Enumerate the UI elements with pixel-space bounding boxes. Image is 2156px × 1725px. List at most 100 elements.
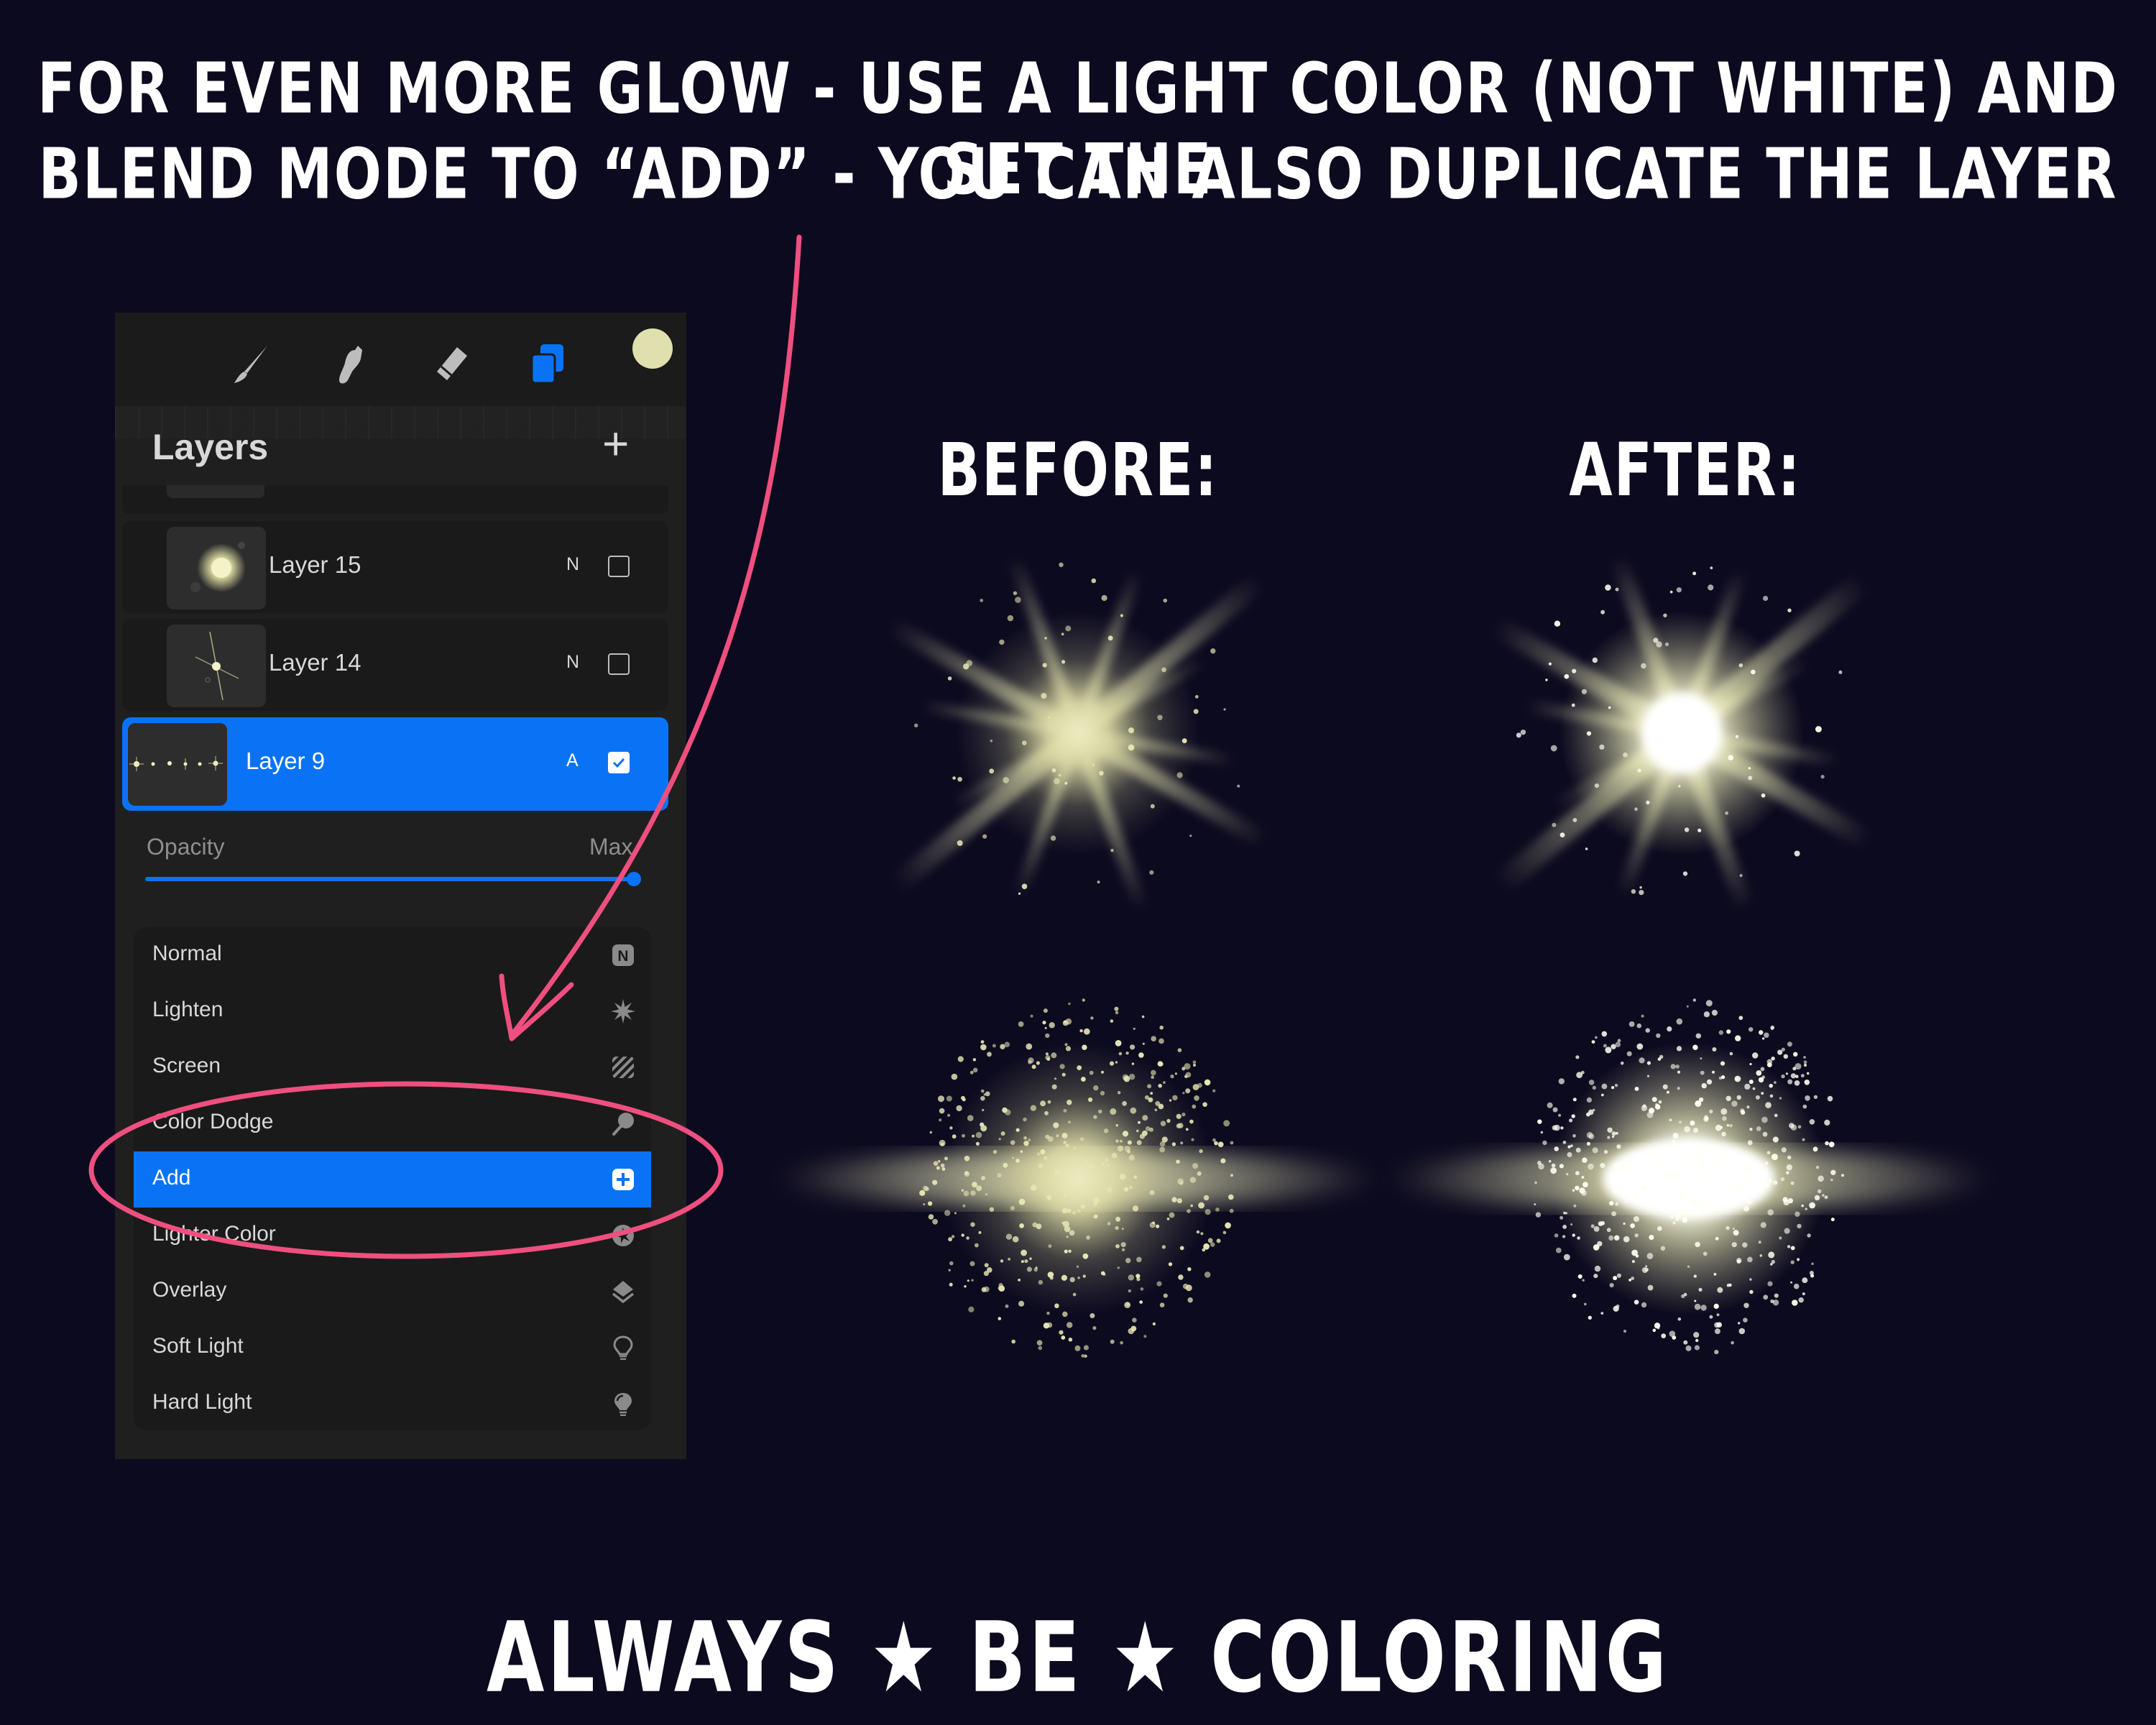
sparkle-dot bbox=[1738, 1177, 1742, 1181]
layer-row-selected[interactable]: Layer 9 A bbox=[122, 717, 668, 811]
sparkle-dot bbox=[1047, 1271, 1054, 1278]
sparkle-dot bbox=[1092, 1326, 1097, 1330]
sparkle-dot bbox=[1149, 1127, 1153, 1132]
sparkle-dot bbox=[1609, 1201, 1614, 1206]
sparkle-dot bbox=[1067, 1100, 1072, 1105]
sparkle-dot bbox=[1797, 1223, 1802, 1229]
sparkle-dot bbox=[1600, 1162, 1606, 1169]
color-swatch[interactable] bbox=[632, 328, 673, 369]
sparkle-dot bbox=[1682, 1166, 1685, 1169]
blend-mode-soft-light[interactable]: Soft Light bbox=[134, 1320, 651, 1376]
sparkle-dot bbox=[1577, 1236, 1580, 1240]
sparkle-dot bbox=[1647, 1152, 1651, 1156]
blend-mode-label: Soft Light bbox=[152, 1334, 244, 1358]
sparkle-dot bbox=[1004, 1109, 1011, 1116]
sparkle-dot bbox=[1040, 1149, 1046, 1155]
brush-icon[interactable] bbox=[230, 343, 273, 386]
sparkle-dot bbox=[1554, 1233, 1559, 1238]
sparkle-dot bbox=[1607, 1127, 1613, 1133]
sparkle-dot bbox=[1091, 578, 1097, 584]
sparkle-dot bbox=[1045, 1033, 1050, 1039]
sparkle-dot bbox=[1151, 1070, 1156, 1076]
opacity-slider-thumb[interactable] bbox=[627, 872, 641, 886]
sparkle-dot bbox=[1046, 1322, 1053, 1328]
sparkle-dot bbox=[1749, 1027, 1754, 1032]
sparkle-dot bbox=[1620, 1061, 1624, 1065]
blend-mode-add[interactable]: Add bbox=[134, 1151, 651, 1208]
sparkle-dot bbox=[1611, 1044, 1616, 1049]
sparkle-dot bbox=[1024, 1259, 1028, 1264]
sparkle-dot bbox=[1042, 663, 1047, 668]
sparkle-dot bbox=[1622, 1163, 1626, 1167]
blend-mode-lighten[interactable]: Lighten bbox=[134, 983, 651, 1039]
layer-blend-mode-badge[interactable]: A bbox=[566, 750, 579, 771]
add-layer-button[interactable]: + bbox=[602, 420, 629, 466]
eraser-icon[interactable] bbox=[428, 343, 471, 386]
layer-blend-mode-badge[interactable]: N bbox=[566, 554, 579, 575]
layer-row-partial[interactable] bbox=[122, 485, 668, 514]
sparkle-dot bbox=[1128, 1274, 1134, 1281]
sparkle-dot bbox=[1690, 1121, 1695, 1126]
sparkle-dot bbox=[1038, 1346, 1043, 1351]
sparkle-dot bbox=[1110, 1108, 1117, 1115]
sparkle-dot bbox=[1199, 1149, 1203, 1154]
sparkle-dot bbox=[1100, 1090, 1105, 1096]
sparkle-dot bbox=[1562, 1225, 1567, 1229]
sparkle-dot bbox=[1804, 1080, 1810, 1085]
sparkle-dot bbox=[1731, 1340, 1734, 1345]
sparkle-dot bbox=[1790, 1181, 1795, 1185]
sparkle-dot bbox=[1196, 1230, 1200, 1234]
sparkle-dot bbox=[1117, 1145, 1124, 1152]
sparkle-dot bbox=[1637, 768, 1641, 773]
sparkle-dot bbox=[1645, 1265, 1648, 1268]
sparkle-dot bbox=[1787, 1198, 1793, 1204]
sparkle-dot bbox=[1697, 1163, 1705, 1170]
sparkle-dot bbox=[1766, 1062, 1772, 1067]
sparkle-dot bbox=[1700, 1160, 1704, 1164]
sparkle-dot bbox=[1718, 1030, 1723, 1035]
sparkle-dot bbox=[1766, 1151, 1771, 1155]
smudge-icon[interactable] bbox=[329, 343, 372, 386]
sparkle-dot bbox=[1782, 1197, 1788, 1202]
blend-mode-hard-light[interactable]: Hard Light bbox=[134, 1376, 651, 1432]
sparkle-dot bbox=[1046, 1311, 1050, 1315]
layer-visibility-checkbox[interactable] bbox=[608, 653, 630, 675]
layer-blend-mode-badge[interactable]: N bbox=[566, 652, 579, 673]
sparkle-dot bbox=[1550, 745, 1557, 752]
blend-mode-lighter-color[interactable]: Lighter Color bbox=[134, 1208, 651, 1264]
sparkle-dot bbox=[1731, 1242, 1737, 1248]
sparkle-dot bbox=[1120, 1340, 1123, 1345]
sparkle-dot bbox=[1187, 1267, 1192, 1271]
sparkle-dot bbox=[1013, 591, 1018, 595]
sparkle-dot bbox=[1714, 1328, 1720, 1335]
blend-mode-label: Lighter Color bbox=[152, 1222, 276, 1246]
layer-row[interactable]: Layer 14 N bbox=[122, 619, 668, 711]
sparkle-dot bbox=[1058, 774, 1061, 777]
layer-visibility-checkbox[interactable] bbox=[608, 752, 630, 773]
sparkle-dot bbox=[1061, 1072, 1066, 1077]
blend-mode-screen[interactable]: Screen bbox=[134, 1039, 651, 1095]
sparkle-dot bbox=[1746, 1105, 1750, 1109]
layer-row[interactable]: Layer 15 N bbox=[122, 521, 668, 613]
sparkle-dot bbox=[1572, 1189, 1575, 1192]
layer-visibility-checkbox[interactable] bbox=[608, 556, 630, 577]
sparkle-dot bbox=[1646, 1111, 1654, 1118]
opacity-slider[interactable] bbox=[145, 872, 641, 886]
layers-icon[interactable] bbox=[528, 343, 571, 386]
sparkle-dot bbox=[1053, 1122, 1059, 1128]
sparkle-dot bbox=[1768, 1251, 1775, 1259]
sparkle-dot bbox=[1781, 1047, 1785, 1052]
blend-mode-color-dodge[interactable]: Color Dodge bbox=[134, 1095, 651, 1151]
sparkle-dot bbox=[1700, 1305, 1707, 1311]
sparkle-dot bbox=[1667, 1026, 1672, 1032]
sparkle-dot bbox=[947, 676, 952, 681]
sparkle-dot bbox=[1061, 1179, 1067, 1185]
sparkle-dot bbox=[1795, 1075, 1799, 1078]
sparkle-dot bbox=[1731, 1100, 1738, 1107]
sparkle-dot bbox=[1794, 1080, 1800, 1086]
sparkle-dot bbox=[1809, 1271, 1814, 1275]
sparkle-dot bbox=[1064, 1043, 1068, 1046]
blend-mode-normal[interactable]: Normal N bbox=[134, 927, 651, 983]
blend-mode-overlay[interactable]: Overlay bbox=[134, 1264, 651, 1320]
opacity-label: Opacity bbox=[147, 834, 225, 860]
